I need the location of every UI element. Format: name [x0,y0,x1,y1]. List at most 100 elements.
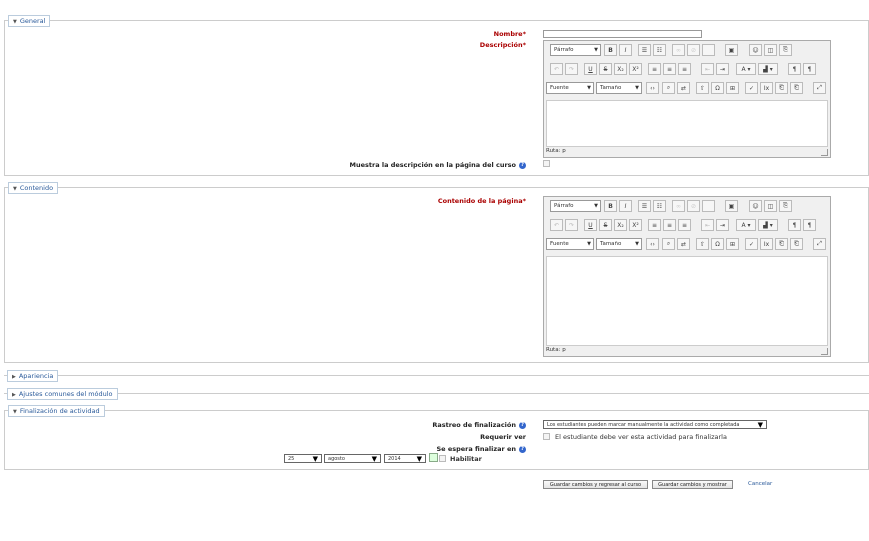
help-icon[interactable]: ? [519,421,526,429]
table-icon[interactable]: ⊞ [726,238,739,250]
table-icon[interactable]: ⊞ [726,82,739,94]
subscript-button[interactable]: X₂ [614,219,627,231]
year-select[interactable]: 2014 ▼ [384,454,426,463]
anchor-icon[interactable] [702,44,715,56]
font-select[interactable]: Fuente ▼ [546,238,594,250]
italic-button[interactable]: I [619,44,632,56]
image-icon[interactable]: ▣ [725,200,738,212]
help-icon[interactable]: ? [519,161,526,169]
emoticon-icon[interactable]: ☺ [749,200,762,212]
align-center-icon[interactable]: ≡ [663,219,676,231]
anchor-icon[interactable] [702,200,715,212]
bullet-list-icon[interactable]: ☰ [638,44,651,56]
size-select[interactable]: Tamaño ▼ [596,82,642,94]
align-left-icon[interactable]: ≡ [648,63,661,75]
underline-button[interactable]: U [584,219,597,231]
resize-grip-icon[interactable] [821,149,828,156]
align-center-icon[interactable]: ≡ [663,63,676,75]
special-char-icon[interactable]: Ω [711,238,724,250]
spellcheck-icon[interactable]: ✓ [745,82,758,94]
bold-button[interactable]: B [604,44,617,56]
name-input[interactable] [543,30,702,38]
indent-icon[interactable]: ⇥ [716,63,729,75]
undo-icon[interactable]: ↶ [550,219,563,231]
outdent-icon[interactable]: ⇤ [701,219,714,231]
link-icon[interactable]: ∞ [672,44,685,56]
numbered-list-icon[interactable]: ☷ [653,200,666,212]
show-description-checkbox[interactable] [543,160,550,167]
spellcheck-icon[interactable]: ✓ [745,238,758,250]
outdent-icon[interactable]: ⇤ [701,63,714,75]
help-icon[interactable]: ? [519,445,526,453]
align-right-icon[interactable]: ≡ [678,219,691,231]
paste-word-icon[interactable]: ⎗ [790,238,803,250]
require-view-checkbox[interactable] [543,433,550,440]
ajustes-legend[interactable]: ▶ Ajustes comunes del módulo [7,388,118,400]
background-color-icon[interactable]: ▟ ▾ [758,63,778,75]
bullet-list-icon[interactable]: ☰ [638,200,651,212]
tracking-select[interactable]: Los estudiantes pueden marcar manualment… [543,420,767,429]
redo-icon[interactable]: ↷ [565,219,578,231]
superscript-button[interactable]: X² [629,63,642,75]
superscript-button[interactable]: X² [629,219,642,231]
paste-text-icon[interactable]: ⎗ [775,238,788,250]
image-icon[interactable]: ▣ [725,44,738,56]
italic-button[interactable]: I [619,200,632,212]
save-show-button[interactable]: Guardar cambios y mostrar [652,480,733,489]
size-select[interactable]: Tamaño ▼ [596,238,642,250]
save-return-button[interactable]: Guardar cambios y regresar al curso [543,480,648,489]
code-icon[interactable]: ‹› [646,238,659,250]
replace-icon[interactable]: ⇄ [677,82,690,94]
align-right-icon[interactable]: ≡ [678,63,691,75]
resize-grip-icon[interactable] [821,348,828,355]
font-select[interactable]: Fuente ▼ [546,82,594,94]
fullscreen-icon[interactable]: ⤢ [813,238,826,250]
text-color-icon[interactable]: A ▾ [736,63,756,75]
redo-icon[interactable]: ↷ [565,63,578,75]
unlink-icon[interactable]: ⊘ [687,44,700,56]
file-icon[interactable]: ⎘ [779,200,792,212]
text-color-icon[interactable]: A ▾ [736,219,756,231]
paste-text-icon[interactable]: ⎗ [775,82,788,94]
rtl-icon[interactable]: ¶ [803,63,816,75]
description-textarea[interactable] [546,100,828,147]
find-icon[interactable]: ⌕ [662,238,675,250]
replace-icon[interactable]: ⇄ [677,238,690,250]
numbered-list-icon[interactable]: ☷ [653,44,666,56]
indent-icon[interactable]: ⇥ [716,219,729,231]
subscript-button[interactable]: X₂ [614,63,627,75]
month-select[interactable]: agosto ▼ [324,454,381,463]
page-content-textarea[interactable] [546,256,828,346]
ltr-icon[interactable]: ¶ [788,63,801,75]
special-char-icon[interactable]: Ω [711,82,724,94]
bold-button[interactable]: B [604,200,617,212]
emoticon-icon[interactable]: ☺ [749,44,762,56]
paste-word-icon[interactable]: ⎗ [790,82,803,94]
upload-icon[interactable]: ⇧ [696,82,709,94]
align-left-icon[interactable]: ≡ [648,219,661,231]
undo-icon[interactable]: ↶ [550,63,563,75]
file-icon[interactable]: ⎘ [779,44,792,56]
strike-button[interactable]: S [599,219,612,231]
general-legend[interactable]: ▼ General [8,15,51,27]
cancel-link[interactable]: Cancelar [748,481,772,487]
media-icon[interactable]: ◫ [764,200,777,212]
day-select[interactable]: 25 ▼ [284,454,322,463]
paragraph-select[interactable]: Párrafo ▼ [550,44,601,56]
enable-date-checkbox[interactable] [439,455,446,462]
finalizacion-legend[interactable]: ▼ Finalización de actividad [8,405,105,417]
fullscreen-icon[interactable]: ⤢ [813,82,826,94]
background-color-icon[interactable]: ▟ ▾ [758,219,778,231]
find-icon[interactable]: ⌕ [662,82,675,94]
unlink-icon[interactable]: ⊘ [687,200,700,212]
calendar-icon[interactable] [429,453,438,462]
link-icon[interactable]: ∞ [672,200,685,212]
code-icon[interactable]: ‹› [646,82,659,94]
underline-button[interactable]: U [584,63,597,75]
upload-icon[interactable]: ⇧ [696,238,709,250]
contenido-legend[interactable]: ▼ Contenido [8,182,59,194]
rtl-icon[interactable]: ¶ [803,219,816,231]
media-icon[interactable]: ◫ [764,44,777,56]
clear-format-icon[interactable]: Ix [760,82,773,94]
clear-format-icon[interactable]: Ix [760,238,773,250]
